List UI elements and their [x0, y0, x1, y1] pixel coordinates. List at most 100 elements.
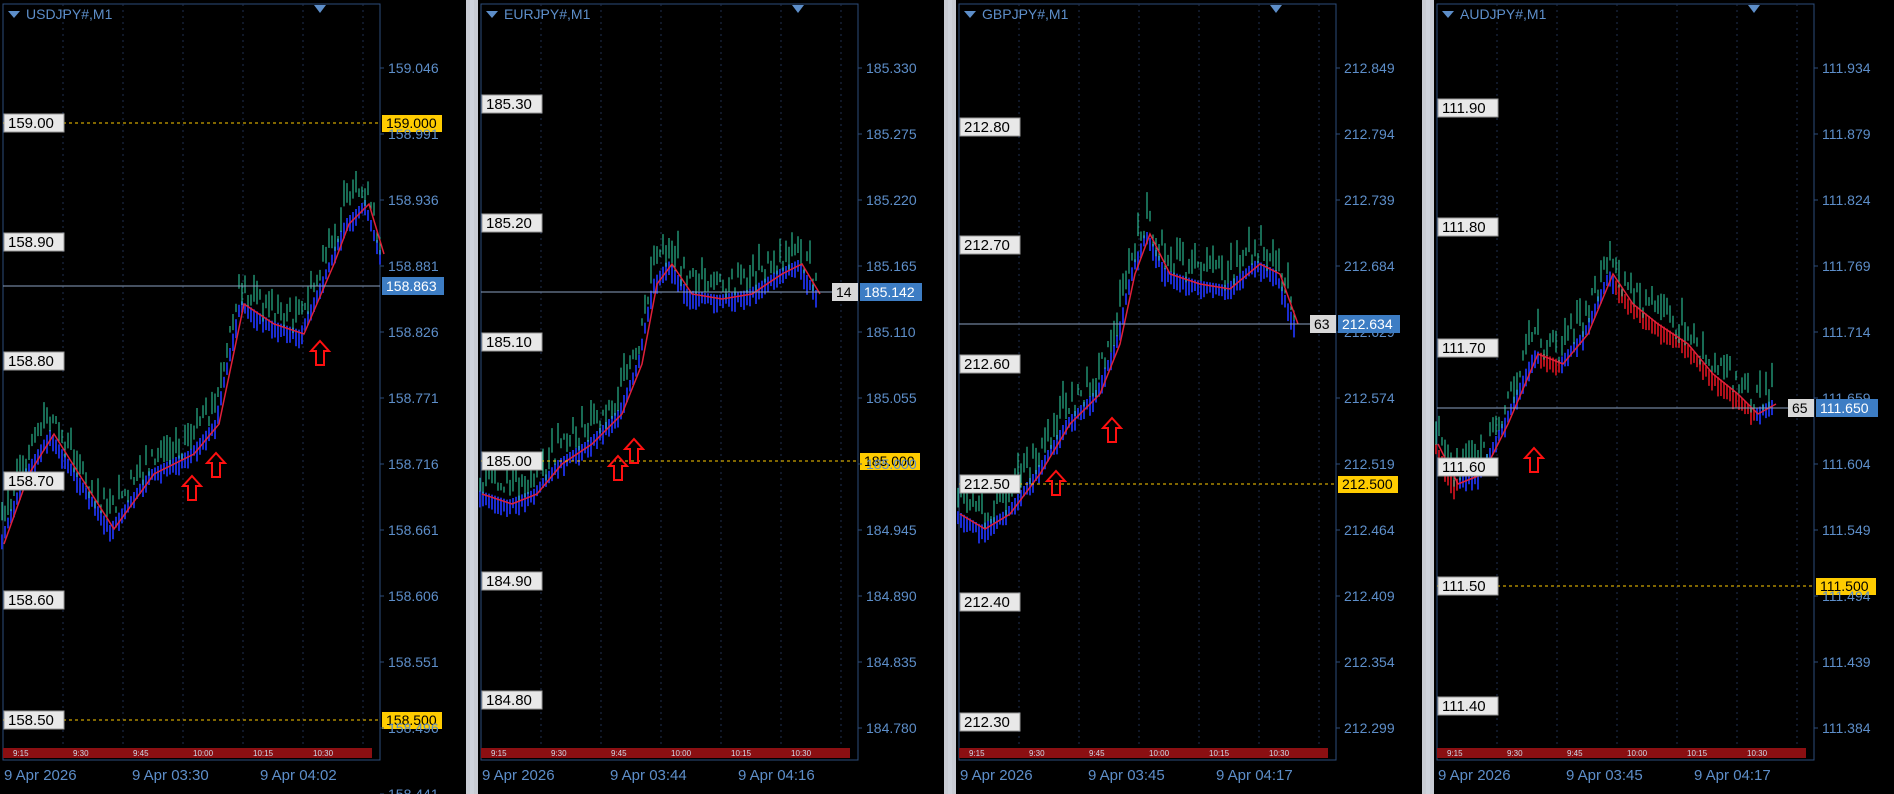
date-axis-label: 9 Apr 2026	[1438, 767, 1511, 784]
price-axis-label: 184.890	[866, 588, 917, 604]
chart-canvas-eurjpy[interactable]: 185.000 185.30 185.20 185.10 185.00 184.90 184…	[478, 0, 944, 794]
level-price-tag: 212.500	[1338, 476, 1398, 493]
chart-canvas-gbpjpy[interactable]: 212.500 212.80 212.70 212.60 212.50 212.40 212…	[956, 0, 1422, 794]
symbol-title: AUDJPY#,M1	[1460, 6, 1547, 22]
time-bar-tick: 10:15	[253, 749, 274, 758]
chart-title[interactable]: USDJPY#,M1	[8, 6, 112, 22]
bid-price-tag: 212.634	[1338, 315, 1400, 333]
price-axis-label: 184.945	[866, 522, 917, 538]
bid-price-text: 185.142	[864, 284, 915, 300]
chart-panel-gbpjpy[interactable]: 212.500 212.80 212.70 212.60 212.50 212.40 212…	[956, 0, 1422, 794]
level-label-text: 185.10	[486, 334, 532, 351]
time-bar-tick: 10:15	[731, 749, 752, 758]
dropdown-triangle-icon[interactable]	[486, 10, 498, 18]
buy-arrow-icon	[606, 454, 630, 481]
level-label-text: 185.00	[486, 453, 532, 470]
price-axis-label: 212.519	[1344, 456, 1395, 472]
symbol-title: GBPJPY#,M1	[982, 6, 1069, 22]
level-label-text: 185.20	[486, 215, 532, 232]
chart-panel-eurjpy[interactable]: 185.000 185.30 185.20 185.10 185.00 184.90 184…	[478, 0, 944, 794]
level-label-text: 111.70	[1442, 340, 1486, 357]
chart-title[interactable]: AUDJPY#,M1	[1442, 6, 1546, 22]
date-axis-label: 9 Apr 03:45	[1088, 767, 1165, 784]
buy-arrow-icon	[204, 451, 228, 478]
price-axis-label: 158.771	[388, 390, 439, 406]
level-label: 184.90	[481, 571, 543, 591]
level-label: 184.80	[481, 690, 543, 710]
level-label-text: 158.60	[8, 592, 54, 609]
symbol-title: USDJPY#,M1	[26, 6, 113, 22]
chart-panel-usdjpy[interactable]: 159.000 158.500 159.00 158.90 158.80 158.70 15…	[0, 0, 466, 794]
chart-shift-marker-icon[interactable]	[314, 5, 326, 13]
level-label: 185.00	[481, 451, 543, 471]
chart-canvas-audjpy[interactable]: 111.500111.90111.80111.70111.60111.50111…	[1434, 0, 1894, 794]
buy-arrow-icon	[622, 437, 646, 464]
price-axis-label: 212.794	[1344, 126, 1395, 142]
price-axis-label: 212.684	[1344, 258, 1395, 274]
buy-arrow-icon	[308, 339, 332, 366]
level-label-text: 158.70	[8, 473, 54, 490]
level-label: 158.80	[3, 351, 65, 371]
chart-shift-marker-icon[interactable]	[1748, 5, 1760, 13]
price-axis-label: 158.441	[388, 786, 439, 794]
level-label-text: 212.60	[964, 356, 1010, 373]
time-bar-tick: 10:00	[193, 749, 214, 758]
time-bar-tick: 10:00	[671, 749, 692, 758]
bid-left-text: 14	[836, 284, 852, 300]
dropdown-triangle-icon[interactable]	[8, 10, 20, 18]
price-axis-label: 111.769	[1822, 258, 1871, 274]
level-label: 158.60	[3, 590, 65, 610]
price-axis-label: 185.220	[866, 192, 917, 208]
chart-canvas-usdjpy[interactable]: 159.000158.500159.00158.90158.80158.7015…	[0, 0, 466, 794]
chart-title[interactable]: EURJPY#,M1	[486, 6, 590, 22]
level-label-text: 159.00	[8, 115, 54, 132]
plot-frame	[480, 3, 859, 761]
dropdown-triangle-icon[interactable]	[1442, 10, 1454, 18]
level-label: 159.00	[3, 113, 65, 133]
panel-separator[interactable]	[948, 0, 952, 794]
chart-shift-marker-icon[interactable]	[792, 5, 804, 13]
level-label-text: 212.50	[964, 476, 1010, 493]
time-bar-tick: 10:30	[791, 749, 812, 758]
panel-separator[interactable]	[470, 0, 474, 794]
bid-price-tag: 111.650	[1816, 399, 1878, 417]
level-label: 185.20	[481, 213, 543, 233]
level-label-text: 184.80	[486, 692, 532, 709]
chart-title[interactable]: GBPJPY#,M1	[964, 6, 1068, 22]
bid-price-tag: 185.142	[860, 283, 922, 301]
time-bar-tick: 9:30	[551, 749, 567, 758]
date-axis-label: 9 Apr 2026	[482, 767, 555, 784]
dropdown-triangle-icon[interactable]	[964, 10, 976, 18]
time-bar-tick: 10:00	[1149, 749, 1170, 758]
price-axis-label: 111.824	[1822, 192, 1871, 208]
price-axis-label: 111.714	[1822, 324, 1871, 340]
price-axis-label: 185.055	[866, 390, 917, 406]
level-label: 212.70	[959, 235, 1021, 255]
panel-separator[interactable]	[1426, 0, 1430, 794]
time-bar-tick: 9:30	[73, 749, 89, 758]
chart-panel-audjpy[interactable]: 111.500 111.90 111.80 111.70 111.60 111.50 111…	[1434, 0, 1894, 794]
date-axis-label: 9 Apr 03:45	[1566, 767, 1643, 784]
time-bar-tick: 9:15	[1447, 749, 1463, 758]
price-axis-label: 158.716	[388, 456, 439, 472]
level-label-text: 212.30	[964, 714, 1010, 731]
bid-price-text: 158.863	[386, 278, 437, 294]
time-bar-tick: 9:45	[133, 749, 149, 758]
price-axis-label: 212.299	[1344, 720, 1395, 736]
level-price-text: 212.500	[1342, 476, 1393, 492]
date-axis-label: 9 Apr 03:30	[132, 767, 209, 784]
buy-arrow-icon	[1100, 416, 1124, 443]
price-axis-label: 158.826	[388, 324, 439, 340]
level-label: 212.50	[959, 474, 1021, 494]
level-label-text: 212.80	[964, 119, 1010, 136]
price-axis-label: 111.879	[1822, 126, 1871, 142]
price-axis-label: 185.000	[866, 456, 917, 472]
price-axis-label: 158.991	[388, 126, 439, 142]
level-label: 212.40	[959, 592, 1021, 612]
level-label: 111.60	[1437, 457, 1499, 477]
level-label-text: 158.50	[8, 712, 54, 729]
time-bar-tick: 9:45	[1089, 749, 1105, 758]
price-axis-label: 111.934	[1822, 60, 1871, 76]
time-bar-tick: 10:15	[1687, 749, 1708, 758]
chart-shift-marker-icon[interactable]	[1270, 5, 1282, 13]
